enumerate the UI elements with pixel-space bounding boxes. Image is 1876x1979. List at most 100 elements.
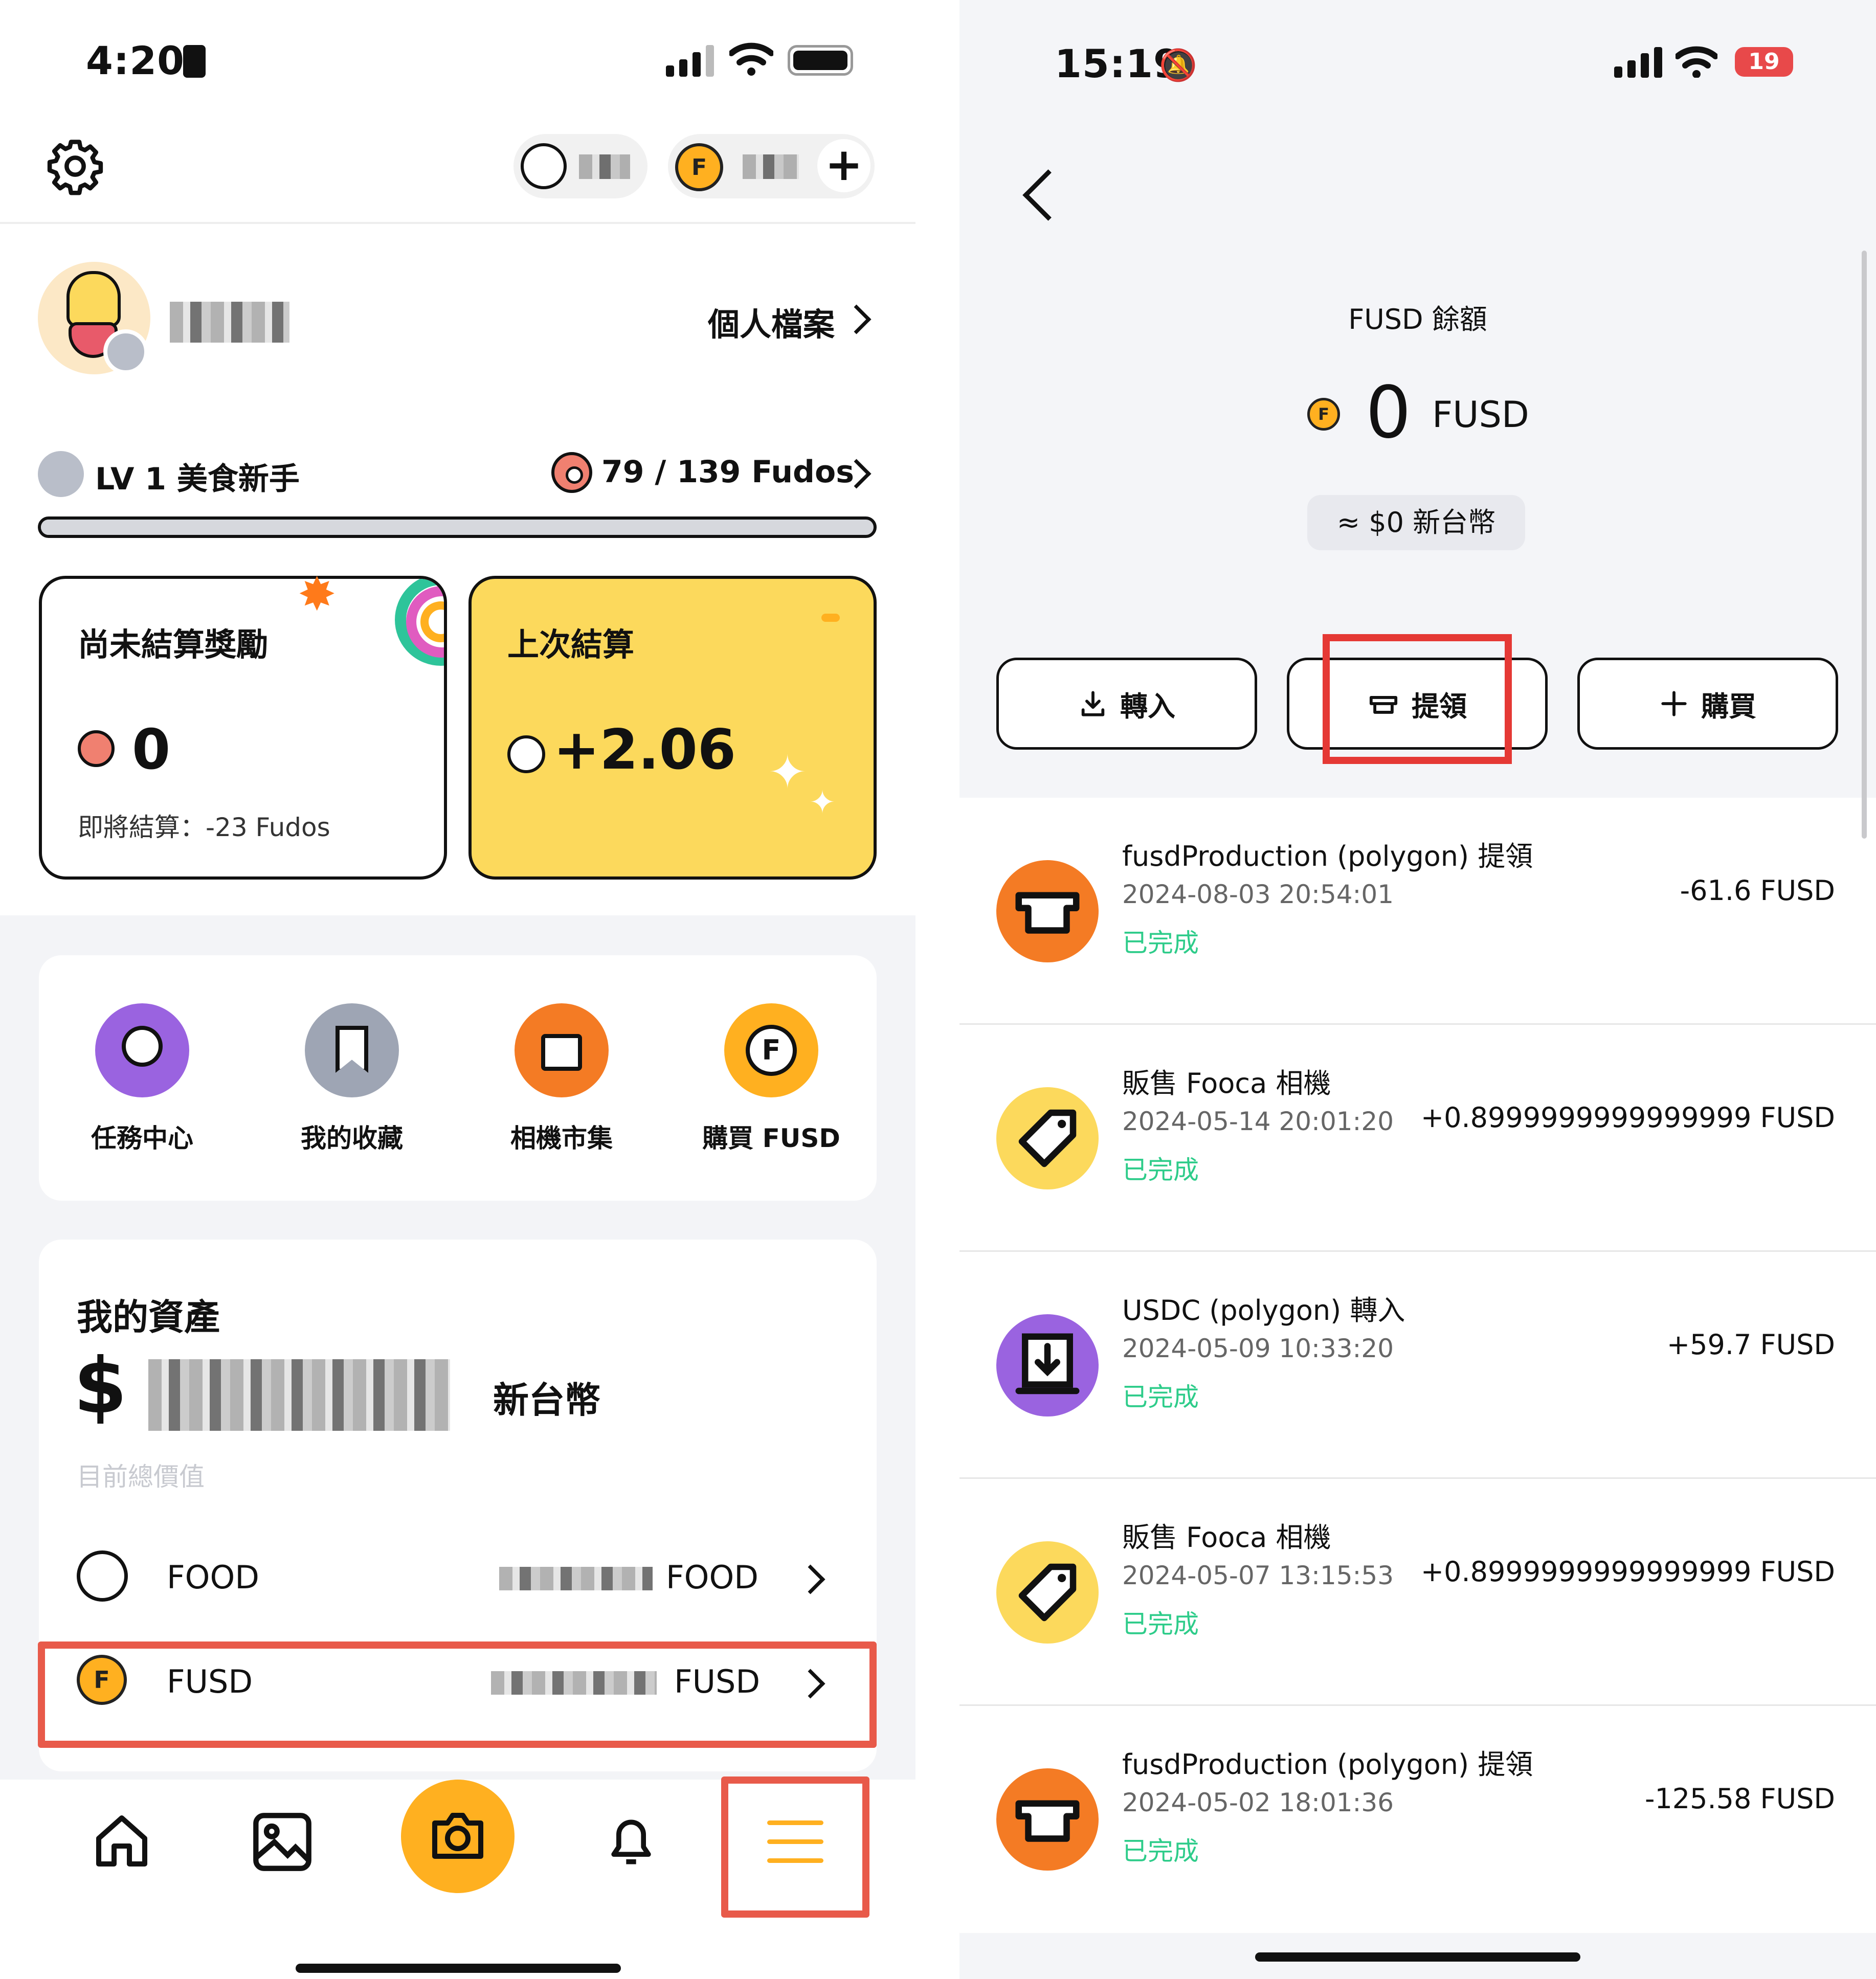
grid-label-favorites[interactable]: 我的收藏: [275, 1118, 429, 1155]
transaction-row[interactable]: fusdProduction (polygon) 提領 2024-05-02 1…: [959, 1706, 1876, 1933]
bell-icon[interactable]: [601, 1810, 661, 1874]
food-token-icon: [77, 1550, 128, 1602]
medal-icon[interactable]: [95, 1003, 189, 1097]
transaction-row[interactable]: 販售 Fooca 相機 2024-05-14 20:01:20 已完成 +0.8…: [959, 1025, 1876, 1252]
donut-icon: [78, 730, 115, 767]
grid-label-missions[interactable]: 任務中心: [65, 1118, 219, 1155]
currency-symbol: $: [74, 1342, 127, 1431]
balance-title: FUSD 餘額: [1348, 303, 1487, 335]
back-arrow-icon[interactable]: [1022, 169, 1074, 221]
gallery-icon[interactable]: [251, 1810, 314, 1874]
sparkle-icon: ✦: [768, 746, 807, 799]
food-balance-redacted: [579, 154, 630, 179]
profile-screen: 4:20 F + 個人檔案 LV 1 美食新手 79 / 139 Fudos 尚…: [0, 0, 915, 1979]
shortcut-grid: 任務中心 我的收藏 相機市集 F 購買 FUSD: [39, 955, 877, 1201]
transaction-row[interactable]: fusdProduction (polygon) 提領 2024-08-03 2…: [959, 798, 1876, 1025]
scrollbar[interactable]: [1862, 251, 1867, 839]
shopping-bag-icon[interactable]: [515, 1003, 609, 1097]
download-icon: [1081, 691, 1105, 716]
fusd-balance-redacted: [743, 154, 799, 179]
last-card-value: +2.06: [553, 718, 736, 782]
buy-label: 購買: [1701, 690, 1756, 723]
fudos-progress-text[interactable]: 79 / 139 Fudos: [601, 454, 854, 490]
last-settlement-card[interactable]: 上次結算 +2.06 ✦ ✦: [468, 576, 877, 880]
transaction-list: fusdProduction (polygon) 提領 2024-08-03 2…: [959, 798, 1876, 1933]
tag-icon: [996, 1541, 1099, 1644]
home-icon[interactable]: [91, 1809, 152, 1873]
burst-decoration-icon: ✸: [298, 568, 337, 621]
level-star-icon: [38, 451, 84, 497]
withdraw-icon: [996, 860, 1099, 962]
transaction-status: 已完成: [1122, 1609, 1199, 1639]
buy-button[interactable]: 購買: [1577, 658, 1838, 750]
bell-slash-icon: 🔕: [1159, 48, 1197, 83]
assets-subtitle: 目前總價值: [77, 1462, 205, 1492]
transaction-row[interactable]: USDC (polygon) 轉入 2024-05-09 10:33:20 已完…: [959, 1252, 1876, 1479]
home-indicator: [1255, 1952, 1580, 1962]
asset-unit: FOOD: [666, 1559, 759, 1596]
wifi-icon: [729, 42, 773, 76]
transaction-row[interactable]: 販售 Fooca 相機 2024-05-07 13:15:53 已完成 +0.8…: [959, 1479, 1876, 1706]
transaction-date: 2024-05-07 13:15:53: [1122, 1561, 1394, 1590]
add-plus-icon[interactable]: +: [817, 139, 870, 192]
transaction-amount: -125.58 FUSD: [1644, 1783, 1835, 1815]
transaction-amount: +0.8999999999999999 FUSD: [1420, 1556, 1835, 1588]
pending-card-value: 0: [132, 718, 171, 782]
camera-button[interactable]: [401, 1780, 515, 1893]
transaction-title: 販售 Fooca 相機: [1122, 1067, 1331, 1099]
balance-value: 0: [1366, 371, 1412, 455]
level-progress-bar: [38, 516, 877, 538]
transaction-date: 2024-08-03 20:54:01: [1122, 880, 1394, 909]
deposit-label: 轉入: [1120, 690, 1175, 723]
sparkle-icon: ✦: [809, 783, 836, 821]
id-card-icon: [183, 45, 206, 78]
bookmark-icon[interactable]: [305, 1003, 399, 1097]
plus-icon: [1661, 691, 1687, 716]
home-indicator: [296, 1964, 621, 1973]
signal-icon: [1614, 47, 1662, 78]
withdraw-icon: [996, 1768, 1099, 1871]
header-divider: [0, 222, 915, 224]
tag-icon: [996, 1087, 1099, 1189]
deposit-button[interactable]: 轉入: [996, 658, 1257, 750]
donut-icon: [551, 452, 592, 493]
transaction-title: USDC (polygon) 轉入: [1122, 1294, 1405, 1326]
transaction-date: 2024-05-14 20:01:20: [1122, 1107, 1394, 1136]
assets-title: 我的資產: [77, 1296, 220, 1338]
transaction-date: 2024-05-09 10:33:20: [1122, 1334, 1394, 1363]
currency-name: 新台幣: [493, 1379, 600, 1421]
fusd-row-highlight: [38, 1641, 877, 1748]
withdraw-highlight: [1323, 634, 1512, 764]
transaction-status: 已完成: [1122, 1155, 1199, 1185]
deposit-icon: [996, 1314, 1099, 1416]
profile-link[interactable]: 個人檔案: [708, 299, 835, 345]
grid-label-market[interactable]: 相機市集: [485, 1118, 638, 1155]
transaction-title: fusdProduction (polygon) 提領: [1122, 840, 1533, 872]
fusd-coin-icon: F: [675, 143, 723, 191]
fusd-balance-pill[interactable]: F +: [668, 134, 875, 198]
pending-card-note: 即將結算：-23 Fudos: [78, 813, 330, 842]
transaction-amount: +0.8999999999999999 FUSD: [1420, 1101, 1835, 1134]
grid-label-buy-fusd[interactable]: 購買 FUSD: [695, 1118, 848, 1155]
status-time: 4:20: [86, 38, 185, 83]
profile-chevron-icon[interactable]: [841, 304, 872, 334]
asset-row-food[interactable]: FOOD FOOD: [39, 1526, 877, 1621]
settings-gear-icon[interactable]: [46, 137, 104, 195]
menu-highlight: [721, 1776, 869, 1918]
transaction-amount: -61.6 FUSD: [1680, 874, 1835, 907]
transaction-status: 已完成: [1122, 928, 1199, 958]
balance-unit: FUSD: [1432, 394, 1529, 436]
username-redacted: [170, 302, 289, 343]
signal-icon: [666, 45, 714, 77]
fusd-coin-icon[interactable]: F: [724, 1003, 818, 1097]
pending-card-title: 尚未結算獎勵: [78, 626, 269, 663]
food-balance-pill[interactable]: [513, 134, 647, 198]
last-card-title: 上次結算: [507, 626, 635, 663]
chevron-right-icon: [795, 1564, 825, 1594]
battery-icon: [788, 45, 853, 76]
avatar[interactable]: [38, 262, 150, 374]
pending-reward-card[interactable]: 尚未結算獎勵 0 即將結算：-23 Fudos: [39, 576, 447, 880]
total-value-redacted: [148, 1359, 450, 1431]
asset-amount-redacted: [499, 1567, 653, 1590]
fusd-coin-icon: F: [1307, 398, 1340, 431]
